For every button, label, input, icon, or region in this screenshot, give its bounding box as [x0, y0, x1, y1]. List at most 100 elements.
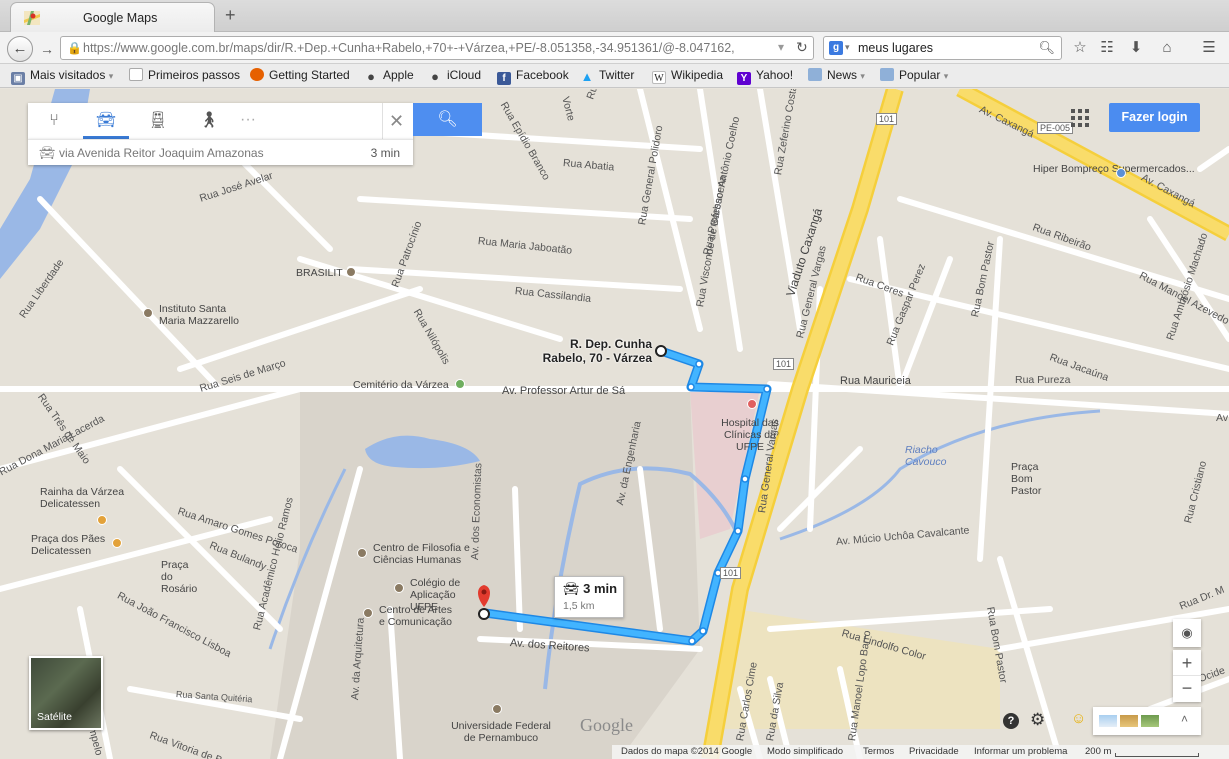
folder-icon: [880, 68, 894, 81]
route-info-box[interactable]: 🚘︎ 3 min 1,5 km: [554, 576, 624, 618]
close-icon[interactable]: ✕: [382, 103, 410, 139]
bookmarks-list-icon[interactable]: ☷: [1097, 39, 1117, 57]
satellite-toggle[interactable]: Satélite: [29, 656, 103, 730]
facebook-icon: f: [497, 72, 511, 85]
bookmark-apple[interactable]: ● Apple: [364, 68, 414, 83]
route-shield-101: 101: [720, 567, 742, 579]
poi-praca-bom-pastor[interactable]: Praça Bom Pastor: [1011, 461, 1061, 497]
search-icon: 🔍︎: [437, 111, 458, 128]
map-scale-label: 200 m: [1085, 746, 1112, 757]
menu-icon[interactable]: ☰: [1199, 39, 1219, 57]
chevron-up-icon[interactable]: ˄: [1181, 712, 1188, 726]
poi-cemiterio-varzea[interactable]: Cemitério da Várzea: [353, 379, 449, 391]
apps-grid-icon[interactable]: [1071, 109, 1089, 127]
footer-link-termos[interactable]: Termos: [863, 746, 894, 757]
photo-thumb-icon[interactable]: [1141, 715, 1159, 727]
car-icon: 🚘︎: [39, 145, 56, 160]
best-route-icon[interactable]: ⑂: [31, 103, 77, 139]
login-button[interactable]: Fazer login: [1109, 103, 1200, 132]
bookmark-facebook[interactable]: f Facebook: [497, 68, 569, 85]
search-button[interactable]: 🔍︎: [413, 103, 482, 136]
bookmark-popular[interactable]: Popular ▾: [880, 68, 948, 82]
car-icon[interactable]: 🚘︎: [83, 103, 129, 139]
bookmark-label: Yahoo!: [756, 68, 794, 82]
url-host: https://www.google.com.br: [83, 41, 230, 55]
route-distance: 1,5 km: [563, 600, 595, 612]
route-time-value: 3 min: [583, 581, 618, 596]
pegman-icon[interactable]: ☺: [1071, 710, 1086, 727]
poi-ufpe[interactable]: Universidade Federal de Pernambuco: [446, 720, 556, 744]
satellite-label: Satélite: [37, 711, 73, 723]
poi-brasilit[interactable]: BRASILIT: [296, 267, 343, 279]
walking-icon[interactable]: 🚶︎: [186, 103, 232, 139]
route-summary[interactable]: 🚘︎ via Avenida Reitor Joaquim Amazonas 3…: [28, 139, 413, 165]
school-icon: [143, 308, 153, 318]
bookmark-icloud[interactable]: ● iCloud: [428, 68, 481, 83]
poi-riacho-cavouco: Riacho Cavouco: [905, 444, 947, 468]
poi-rainha-da-varzea[interactable]: Rainha da Várzea Delicatessen: [40, 486, 130, 510]
footer-link-informar[interactable]: Informar um problema: [974, 746, 1067, 757]
poi-praca-do-rosario[interactable]: Praça do Rosário: [161, 559, 203, 595]
bookmark-news[interactable]: News ▾: [808, 68, 865, 82]
bookmark-primeiros-passos[interactable]: Primeiros passos: [129, 68, 240, 82]
bookmark-twitter[interactable]: ▲ Twitter: [580, 68, 635, 83]
photo-thumb-icon[interactable]: [1120, 715, 1138, 727]
destination-label[interactable]: R. Dep. Cunha Rabelo, 70 - Várzea: [528, 337, 652, 365]
search-icon[interactable]: 🔍︎: [1038, 40, 1055, 56]
route-shield-101: 101: [773, 358, 795, 370]
footer-link-privacidade[interactable]: Privacidade: [909, 746, 959, 757]
route-start-marker[interactable]: [655, 345, 667, 357]
bookmark-mais-visitados[interactable]: ▣ Mais visitados ▾: [11, 68, 113, 85]
dropdown-arrow-icon[interactable]: ▾: [778, 40, 784, 54]
search-box[interactable]: g ▾ meus lugares 🔍︎: [823, 36, 1062, 60]
map-canvas[interactable]: Av. Caxangá Av. Caxangá Rua Epídio Branc…: [0, 89, 1229, 759]
car-icon: 🚘︎: [563, 581, 580, 596]
home-icon[interactable]: ⌂: [1157, 39, 1177, 57]
back-button[interactable]: ←: [7, 36, 33, 62]
bookmarks-toolbar: ▣ Mais visitados ▾ Primeiros passos Getti…: [0, 64, 1229, 88]
bookmark-label: Apple: [383, 68, 414, 82]
photo-thumb-icon[interactable]: [1099, 715, 1117, 727]
forward-button[interactable]: →: [36, 39, 58, 59]
zoom-in-button[interactable]: +: [1173, 650, 1201, 676]
poi-instituto-santa-maria[interactable]: Instituto Santa Maria Mazzarello: [159, 303, 249, 327]
poi-centro-filosofia[interactable]: Centro de Filosofia e Ciências Humanas: [373, 542, 473, 566]
route-via: via Avenida Reitor Joaquim Amazonas: [59, 146, 264, 160]
footer-link-modo-simplificado[interactable]: Modo simplificado: [767, 746, 843, 757]
search-input[interactable]: meus lugares: [858, 41, 933, 55]
new-tab-button[interactable]: +: [225, 5, 236, 26]
school-icon: [357, 548, 367, 558]
cemetery-icon: [455, 379, 465, 389]
bookmark-star-icon[interactable]: ☆: [1070, 39, 1090, 57]
map-scale-bar: [1115, 753, 1199, 757]
route-time: 🚘︎ 3 min: [563, 581, 617, 597]
transit-icon[interactable]: 🚆︎: [135, 103, 181, 139]
reload-icon[interactable]: ↻: [796, 39, 808, 56]
poi-hiper-bompreco[interactable]: Hiper Bompreço Supermercados...: [1033, 163, 1195, 175]
bookmark-yahoo[interactable]: Y Yahoo!: [737, 68, 793, 85]
page-icon: [129, 68, 143, 81]
google-icon[interactable]: g: [829, 41, 843, 55]
search-engine-dropdown-icon[interactable]: ▾: [845, 42, 850, 53]
gear-icon[interactable]: ⚙: [1030, 710, 1045, 730]
address-bar[interactable]: 🔒 https://www.google.com.br/maps/dir/R.+…: [60, 36, 814, 60]
tab-google-maps[interactable]: Google Maps: [10, 2, 215, 32]
url-text[interactable]: https://www.google.com.br/maps/dir/R.+De…: [83, 41, 773, 55]
tab-bar: Google Maps +: [0, 0, 1229, 32]
bookmark-getting-started[interactable]: Getting Started: [250, 68, 350, 82]
zoom-out-button[interactable]: −: [1173, 676, 1201, 702]
download-icon[interactable]: ⬇: [1126, 39, 1146, 57]
poi-praca-dos-paes[interactable]: Praça dos Pães Delicatessen: [31, 533, 111, 557]
my-location-icon[interactable]: ◉: [1173, 619, 1201, 647]
map-geometry: [0, 89, 1229, 759]
poi-hospital-clinicas[interactable]: Hospital das Clínicas da UFPE: [710, 417, 790, 453]
map-tools-bar: ☺ ˄: [1071, 707, 1201, 735]
bookmark-label: Twitter: [599, 68, 635, 82]
restaurant-icon: [97, 515, 107, 525]
building-icon: [346, 267, 356, 277]
help-icon[interactable]: ?: [1003, 713, 1019, 729]
poi-centro-artes[interactable]: Centro de Artes e Comunicação: [379, 604, 459, 628]
more-modes-button[interactable]: ···: [240, 103, 256, 137]
bookmark-wikipedia[interactable]: W Wikipedia: [652, 68, 723, 84]
google-logo: Google: [580, 715, 633, 735]
